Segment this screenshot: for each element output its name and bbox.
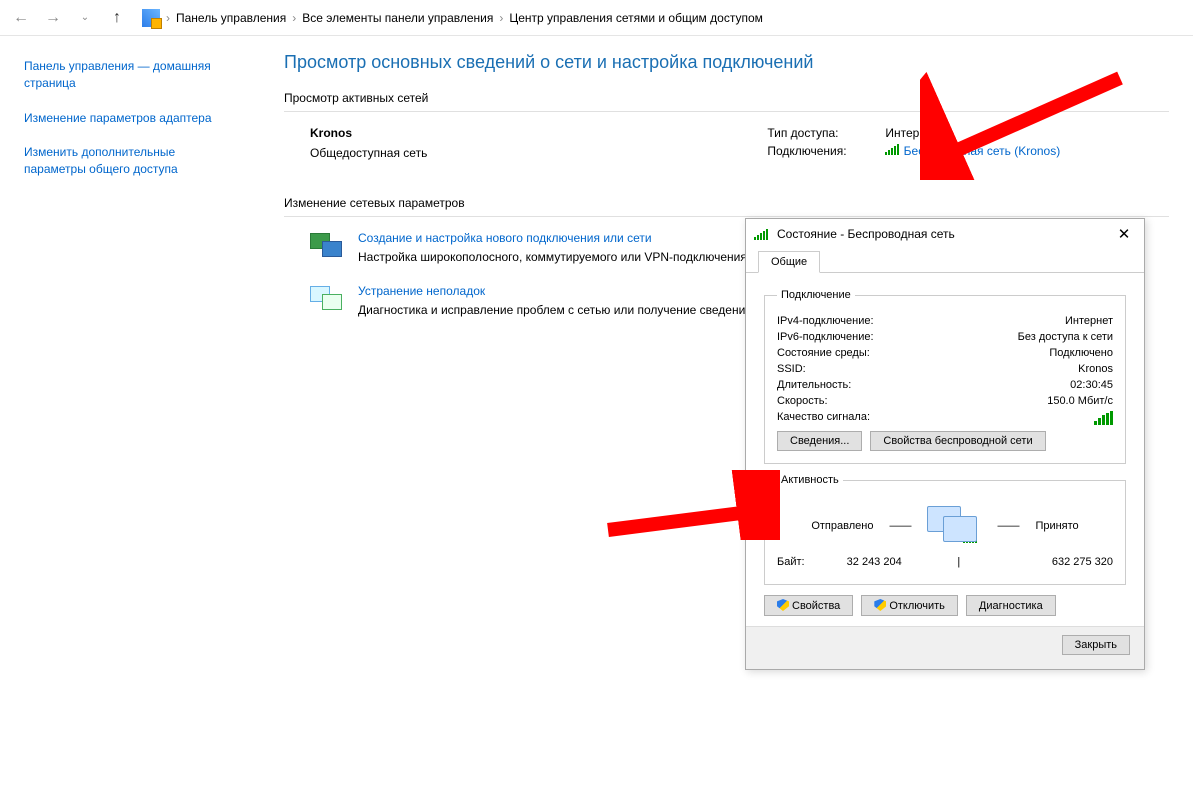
connection-group: Подключение IPv4-подключение: Интернет IP… (764, 289, 1126, 464)
access-type-label: Тип доступа: (767, 126, 877, 140)
up-button[interactable]: ↑ (104, 5, 130, 31)
sidebar-adapter-settings[interactable]: Изменение параметров адаптера (24, 110, 236, 127)
connections-label: Подключения: (767, 144, 877, 158)
speed-value: 150.0 Мбит/с (1047, 395, 1113, 407)
signal-quality-label: Качество сигнала: (777, 411, 870, 425)
bytes-received-value: 632 275 320 (974, 556, 1113, 568)
activity-line-icon: —— (997, 520, 1019, 532)
received-label: Принято (1035, 520, 1078, 532)
ipv4-value: Интернет (1065, 315, 1113, 327)
wifi-signal-icon (754, 229, 768, 240)
ssid-value: Kronos (1078, 363, 1113, 375)
network-name: Kronos (310, 126, 427, 140)
connection-group-label: Подключение (777, 289, 855, 301)
duration-value: 02:30:45 (1070, 379, 1113, 391)
change-settings-label: Изменение сетевых параметров (284, 196, 1169, 210)
close-button[interactable]: ✕ (1112, 225, 1136, 243)
activity-line-icon: —— (889, 520, 911, 532)
access-type-value: Интернет (885, 126, 937, 140)
sidebar-advanced-sharing[interactable]: Изменить дополнительные параметры общего… (24, 144, 236, 178)
activity-group-label: Активность (777, 474, 843, 486)
wireless-status-dialog: Состояние - Беспроводная сеть ✕ Общие По… (745, 218, 1145, 670)
wifi-signal-icon (885, 144, 899, 155)
shield-icon (777, 599, 789, 611)
activity-group: Активность Отправлено —— —— Принято Байт… (764, 474, 1126, 585)
ipv4-label: IPv4-подключение: (777, 315, 874, 327)
details-button[interactable]: Сведения... (777, 431, 862, 451)
ipv6-value: Без доступа к сети (1018, 331, 1113, 343)
signal-quality-icon (1094, 411, 1112, 425)
breadcrumb-all-items[interactable]: Все элементы панели управления (302, 11, 493, 25)
media-state-label: Состояние среды: (777, 347, 870, 359)
ipv6-label: IPv6-подключение: (777, 331, 874, 343)
wifi-signal-icon (963, 532, 977, 543)
chevron-right-icon: › (166, 11, 170, 25)
tab-general[interactable]: Общие (758, 251, 820, 273)
divider (284, 216, 1169, 217)
forward-button[interactable]: → (40, 5, 66, 31)
disable-button[interactable]: Отключить (861, 595, 958, 616)
media-state-value: Подключено (1049, 347, 1113, 359)
connection-link[interactable]: Беспроводная сеть (Kronos) (904, 144, 1061, 158)
active-networks-label: Просмотр активных сетей (284, 91, 1169, 105)
ssid-label: SSID: (777, 363, 806, 375)
back-button[interactable]: ← (8, 5, 34, 31)
duration-label: Длительность: (777, 379, 851, 391)
speed-label: Скорость: (777, 395, 828, 407)
network-category: Общедоступная сеть (310, 146, 427, 160)
breadcrumb: › Панель управления › Все элементы панел… (142, 9, 763, 27)
troubleshoot-icon (310, 284, 344, 310)
recent-menu[interactable]: ⌄ (72, 5, 98, 31)
diagnose-button[interactable]: Диагностика (966, 595, 1056, 616)
chevron-right-icon: › (499, 11, 503, 25)
close-dialog-button[interactable]: Закрыть (1062, 635, 1130, 655)
breadcrumb-control-panel[interactable]: Панель управления (176, 11, 286, 25)
explorer-toolbar: ← → ⌄ ↑ › Панель управления › Все элемен… (0, 0, 1193, 36)
divider (284, 111, 1169, 112)
bytes-label: Байт: (777, 556, 805, 568)
new-connection-icon (310, 231, 344, 257)
bytes-sent-value: 32 243 204 (805, 556, 944, 568)
sent-label: Отправлено (811, 520, 873, 532)
bytes-separator: | (944, 556, 974, 568)
wireless-properties-button[interactable]: Свойства беспроводной сети (870, 431, 1045, 451)
dialog-title-text: Состояние - Беспроводная сеть (777, 227, 955, 241)
chevron-right-icon: › (292, 11, 296, 25)
properties-button[interactable]: Свойства (764, 595, 853, 616)
active-network-row: Kronos Общедоступная сеть Тип доступа: И… (284, 126, 1169, 162)
sidebar: Панель управления — домашняя страница Из… (0, 36, 260, 796)
breadcrumb-network-center[interactable]: Центр управления сетями и общим доступом (509, 11, 763, 25)
sidebar-control-panel-home[interactable]: Панель управления — домашняя страница (24, 58, 236, 92)
activity-monitors-icon (927, 506, 981, 546)
shield-icon (874, 599, 886, 611)
dialog-titlebar[interactable]: Состояние - Беспроводная сеть ✕ (746, 219, 1144, 249)
page-title: Просмотр основных сведений о сети и наст… (284, 52, 1169, 73)
control-panel-icon (142, 9, 160, 27)
